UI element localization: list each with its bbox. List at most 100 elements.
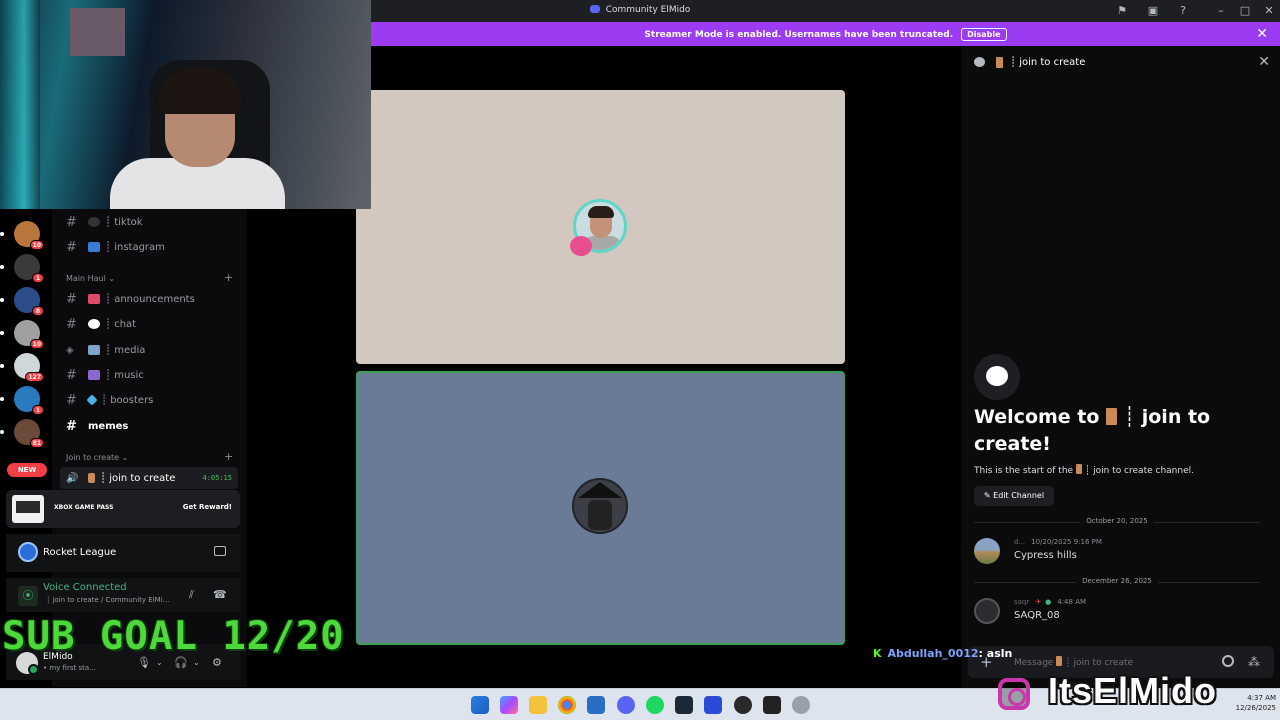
message-text: Cypress hills <box>1014 550 1077 561</box>
chat-message[interactable]: d... 10/20/2025 9:16 PM Cypress hills <box>974 536 1264 570</box>
disconnect-icon[interactable]: ☎ <box>213 588 227 601</box>
channel-item-instagram[interactable]: # ┊ instagram <box>60 236 238 258</box>
server-icon[interactable]: 81 <box>0 419 44 448</box>
forum-channel-icon: ◈ <box>66 344 74 356</box>
chrome-icon[interactable] <box>558 696 576 714</box>
channel-item-music[interactable]: # ┊ music <box>60 364 238 386</box>
text-channel-icon: # <box>66 367 77 383</box>
stream-chat-overlay: K Abdullah_0012: asln <box>873 647 1012 660</box>
chat-message[interactable]: saqr ✈ ● 4:48 AM SAQR_08 <box>974 596 1264 630</box>
apps-icon[interactable]: ⁂ <box>1248 655 1260 669</box>
copilot-icon[interactable] <box>500 696 518 714</box>
current-activity[interactable]: Rocket League <box>6 534 240 572</box>
welcome-subtext: This is the start of the ┊ join to creat… <box>974 464 1194 476</box>
server-icon[interactable]: 127 <box>0 353 44 382</box>
discord-logo-icon <box>589 5 600 13</box>
server-icon[interactable]: 8 <box>0 287 44 316</box>
streamer-mode-banner: Streamer Mode is enabled. Usernames have… <box>371 22 1280 46</box>
banner-text: Streamer Mode is enabled. Usernames have… <box>644 30 954 40</box>
server-icon[interactable]: 10 <box>0 221 44 250</box>
music-note-icon <box>88 370 100 380</box>
chat-username: Abdullah_0012 <box>887 647 979 660</box>
server-icon[interactable]: 10 <box>0 320 44 349</box>
kick-icon: K <box>873 647 882 660</box>
custom-status[interactable]: • my first sta... <box>43 664 96 672</box>
store-icon[interactable] <box>587 696 605 714</box>
text-channel-icon: # <box>66 214 77 230</box>
server-icon[interactable]: 1 <box>0 254 44 283</box>
mention-badge: 81 <box>29 438 44 448</box>
camera-icon <box>88 345 100 355</box>
close-window-button[interactable]: ✕ <box>1262 4 1276 18</box>
banner-close-icon[interactable]: ✕ <box>1256 26 1268 42</box>
channel-item-memes[interactable]: # memes <box>60 415 238 437</box>
pencil-icon: ✎ <box>983 491 994 500</box>
create-channel-icon[interactable]: + <box>224 271 233 284</box>
mention-badge: 10 <box>29 339 44 349</box>
voice-channel-join-to-create[interactable]: 🔊 ┊ join to create 4:05:15 <box>60 467 238 489</box>
spotify-icon[interactable] <box>646 696 664 714</box>
category-join-to-create[interactable]: Join to create ⌄ <box>66 453 128 462</box>
speech-bubble-icon <box>88 319 100 329</box>
text-channel-icon: # <box>66 392 77 408</box>
new-servers-badge[interactable]: NEW <box>7 463 47 477</box>
close-chat-icon[interactable]: ✕ <box>1258 54 1270 70</box>
server-icon[interactable]: 1 <box>0 386 44 415</box>
chat-message-text: : asln <box>978 647 1013 660</box>
activity-name: Rocket League <box>43 547 117 558</box>
edit-channel-button[interactable]: ✎ Edit Channel <box>974 486 1054 506</box>
door-icon <box>88 473 95 483</box>
disable-streamer-mode-button[interactable]: Disable <box>961 28 1007 41</box>
obs-icon[interactable] <box>734 696 752 714</box>
message-input[interactable]: Message ┊ join to create <box>1014 656 1133 668</box>
start-menu-icon[interactable] <box>471 696 489 714</box>
channel-item-boosters[interactable]: # ┊ boosters <box>60 389 238 411</box>
door-icon <box>1056 656 1063 666</box>
mention-badge: 8 <box>32 306 44 316</box>
game-pass-promo[interactable]: XBOX GAME PASS Get Reward! <box>6 490 240 528</box>
text-channel-icon: # <box>66 418 77 434</box>
diamond-icon <box>86 394 98 406</box>
avatar[interactable] <box>974 538 1000 564</box>
get-reward-button[interactable]: Get Reward! <box>183 503 232 511</box>
message-author[interactable]: d... <box>1014 538 1025 546</box>
inbox-flag-icon[interactable]: ⚑ <box>1115 4 1129 18</box>
channel-item-announcements[interactable]: # ┊ announcements <box>60 288 238 310</box>
voice-location[interactable]: ┊ join to create / Community ElMi... <box>46 596 169 604</box>
message-author[interactable]: saqr <box>1014 598 1029 606</box>
discord-icon[interactable] <box>617 696 635 714</box>
noise-suppression-icon[interactable]: ⫽ <box>189 588 194 602</box>
channel-item-tiktok[interactable]: # ┊ tiktok <box>60 211 238 233</box>
signal-icon[interactable]: ⦿ <box>18 586 38 606</box>
sub-goal-overlay: SUB GOAL 12/20 <box>2 614 345 659</box>
welcome-heading: Welcome to ┊ join to create! <box>974 406 1211 455</box>
chat-channel-name: ┊ join to create <box>1010 57 1086 68</box>
stream-game-icon[interactable] <box>214 546 226 556</box>
promo-thumbnail <box>12 495 44 523</box>
voice-status[interactable]: Voice Connected <box>43 582 127 593</box>
voice-timer: 4:05:15 <box>202 474 232 482</box>
epic-games-icon[interactable] <box>763 696 781 714</box>
handle-text: ItsElMido <box>1048 670 1217 711</box>
door-icon <box>996 57 1003 68</box>
category-main-haul[interactable]: Main Haul ⌄ <box>66 274 115 283</box>
role-icon: ● <box>1045 598 1052 606</box>
minimize-button[interactable]: – <box>1214 4 1228 18</box>
chat-header: ┊ join to create ✕ <box>961 46 1280 80</box>
maximize-button[interactable]: □ <box>1238 4 1252 18</box>
avatar-decoration-icon <box>570 236 592 256</box>
steam-icon[interactable] <box>675 696 693 714</box>
emoji-icon[interactable] <box>1222 655 1234 667</box>
channel-item-chat[interactable]: # ┊ chat <box>60 313 238 335</box>
screen-share-icon[interactable]: ▣ <box>1146 4 1160 18</box>
avatar[interactable] <box>974 598 1000 624</box>
shield-app-icon[interactable] <box>704 696 722 714</box>
help-icon[interactable]: ? <box>1176 4 1190 18</box>
megaphone-icon <box>88 294 100 304</box>
settings-icon[interactable] <box>792 696 810 714</box>
file-explorer-icon[interactable] <box>529 696 547 714</box>
create-channel-icon[interactable]: + <box>224 450 233 463</box>
channel-item-media[interactable]: ◈ ┊ media <box>60 339 238 361</box>
chat-bubble-icon <box>974 57 985 67</box>
text-channel-icon: # <box>66 239 77 255</box>
